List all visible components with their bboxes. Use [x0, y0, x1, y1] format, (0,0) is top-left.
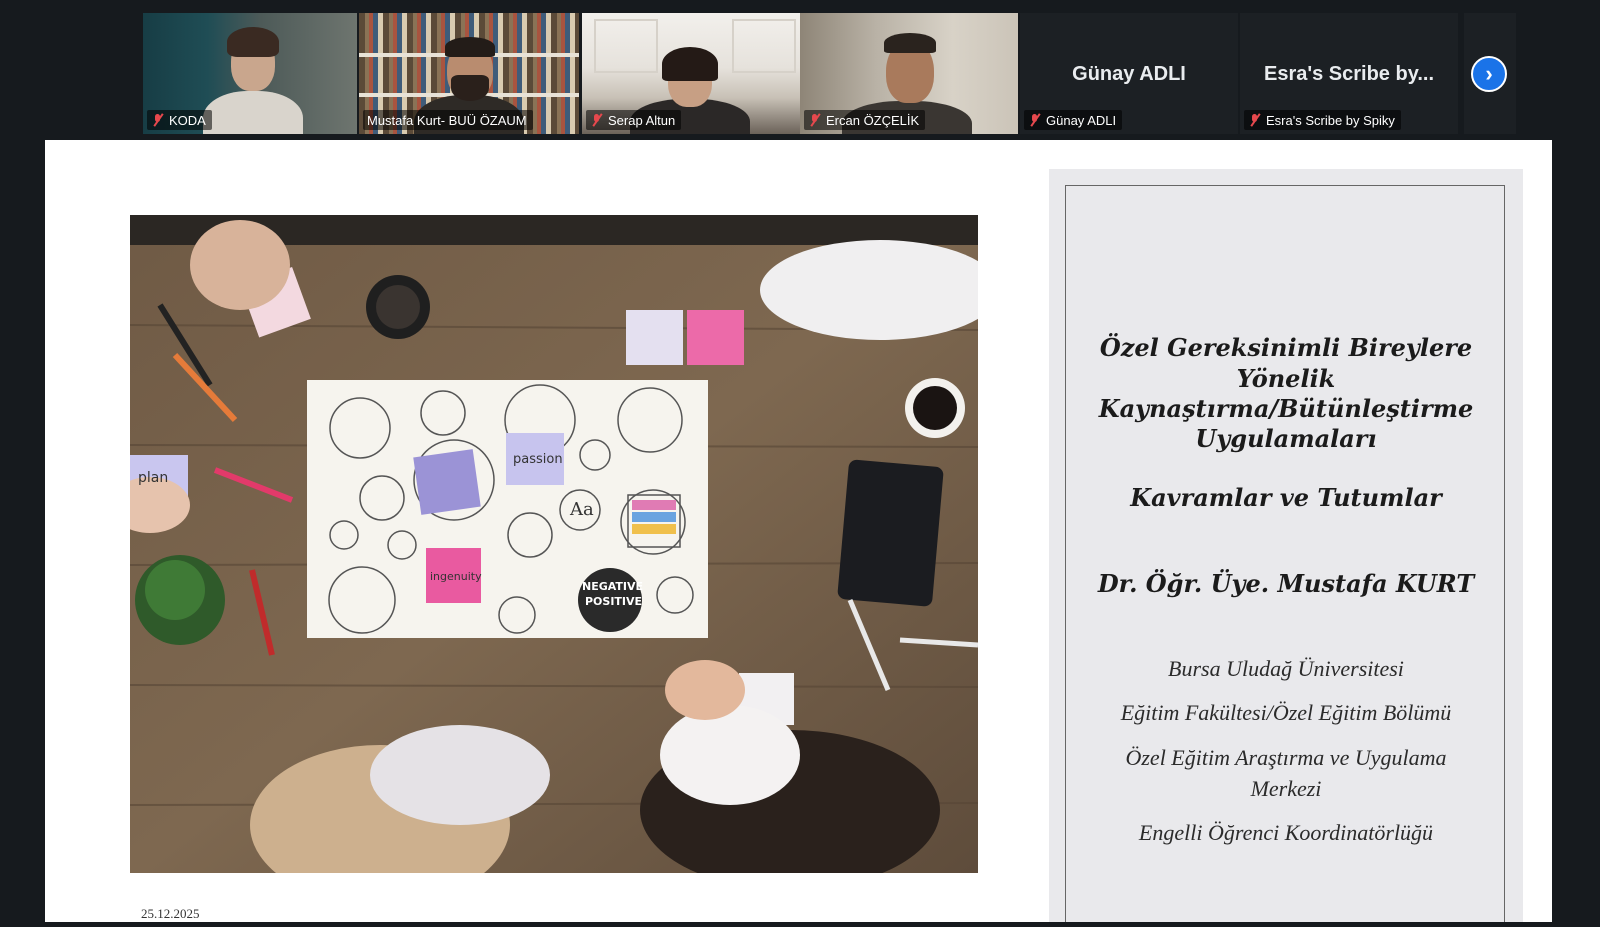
- photo-note-aa: Aa: [569, 499, 594, 520]
- mic-muted-icon: [1248, 113, 1262, 127]
- participant-strip: KODA Mustafa Kurt- BUÜ ÖZAUM Serap Altun: [0, 0, 1600, 140]
- slide-subtitle: Kavramlar ve Tutumlar: [1130, 483, 1442, 512]
- slide-date: 25.12.2025: [141, 906, 200, 921]
- slide-title-line-4: Uygulamaları: [1195, 424, 1377, 453]
- affiliation-center-line-2: Merkezi: [1250, 776, 1322, 801]
- affiliation-university: Bursa Uludağ Üniversitesi: [1168, 656, 1404, 681]
- photo-note-negative: NEGATIVE: [582, 580, 643, 593]
- affiliation-center-line-1: Özel Eğitim Araştırma ve Uygulama: [1125, 745, 1447, 770]
- affiliation-faculty: Eğitim Fakültesi/Özel Eğitim Bölümü: [1120, 700, 1452, 725]
- participant-name-tag: Serap Altun: [586, 110, 682, 130]
- photo-note-passion: passion: [513, 452, 563, 467]
- bottom-edge: [0, 922, 1600, 927]
- mic-muted-icon: [808, 113, 822, 127]
- brainstorm-table-image: plan passion ingenuity NEGATIVE POSITIVE…: [130, 215, 978, 873]
- slide-author: Dr. Öğr. Üye. Mustafa KURT: [1097, 569, 1475, 598]
- participant-name-tag: Esra's Scribe by Spiky: [1244, 110, 1401, 130]
- slide-photo: plan passion ingenuity NEGATIVE POSITIVE…: [130, 215, 978, 873]
- participant-name: Mustafa Kurt- BUÜ ÖZAUM: [367, 112, 527, 128]
- participant-tile-esra-scribe[interactable]: Esra's Scribe by... Esra's Scribe by Spi…: [1240, 13, 1458, 134]
- affiliation-coordination: Engelli Öğrenci Koordinatörlüğü: [1138, 820, 1434, 845]
- mic-muted-icon: [151, 113, 165, 127]
- participant-tile-ercan-ozcelik[interactable]: Ercan ÖZÇELİK: [800, 13, 1018, 134]
- mic-muted-icon: [590, 113, 604, 127]
- next-participants-button[interactable]: ›: [1471, 56, 1507, 92]
- slide-title-line-2: Yönelik: [1236, 364, 1336, 393]
- panel-frame: [1065, 185, 1505, 922]
- participant-name-tag: Ercan ÖZÇELİK: [804, 110, 926, 130]
- participant-display-name: Günay ADLI: [1072, 63, 1186, 85]
- participant-name: KODA: [169, 112, 206, 128]
- slide-title-panel: Özel Gereksinimli Bireylere Yönelik Kayn…: [1049, 169, 1523, 922]
- participant-name: Ercan ÖZÇELİK: [826, 112, 920, 128]
- participant-tile-serap-altun[interactable]: Serap Altun: [582, 13, 800, 134]
- chevron-right-icon: ›: [1485, 61, 1493, 86]
- participant-tile-koda[interactable]: KODA: [143, 13, 357, 134]
- participant-name-tag: Mustafa Kurt- BUÜ ÖZAUM: [363, 110, 533, 130]
- slide-title-line-3: Kaynaştırma/Bütünleştirme: [1098, 394, 1474, 423]
- shared-screen-slide: plan passion ingenuity NEGATIVE POSITIVE…: [45, 140, 1552, 922]
- participant-name-tag: Günay ADLI: [1024, 110, 1123, 130]
- photo-note-ingenuity: ingenuity: [430, 570, 482, 583]
- slide-title-line-1: Özel Gereksinimli Bireylere: [1099, 333, 1473, 362]
- photo-note-positive: POSITIVE: [585, 595, 642, 608]
- participant-name: Günay ADLI: [1046, 112, 1117, 128]
- mic-muted-icon: [1028, 113, 1042, 127]
- participant-name-tag: KODA: [147, 110, 212, 130]
- participant-name: Esra's Scribe by Spiky: [1266, 112, 1395, 128]
- participant-display-name: Esra's Scribe by...: [1263, 63, 1435, 85]
- photo-note-plan: plan: [138, 470, 168, 486]
- participant-tile-gunay-adli[interactable]: Günay ADLI Günay ADLI: [1020, 13, 1238, 134]
- participant-name: Serap Altun: [608, 112, 676, 128]
- participant-tile-mustafa-kurt[interactable]: Mustafa Kurt- BUÜ ÖZAUM: [359, 13, 579, 134]
